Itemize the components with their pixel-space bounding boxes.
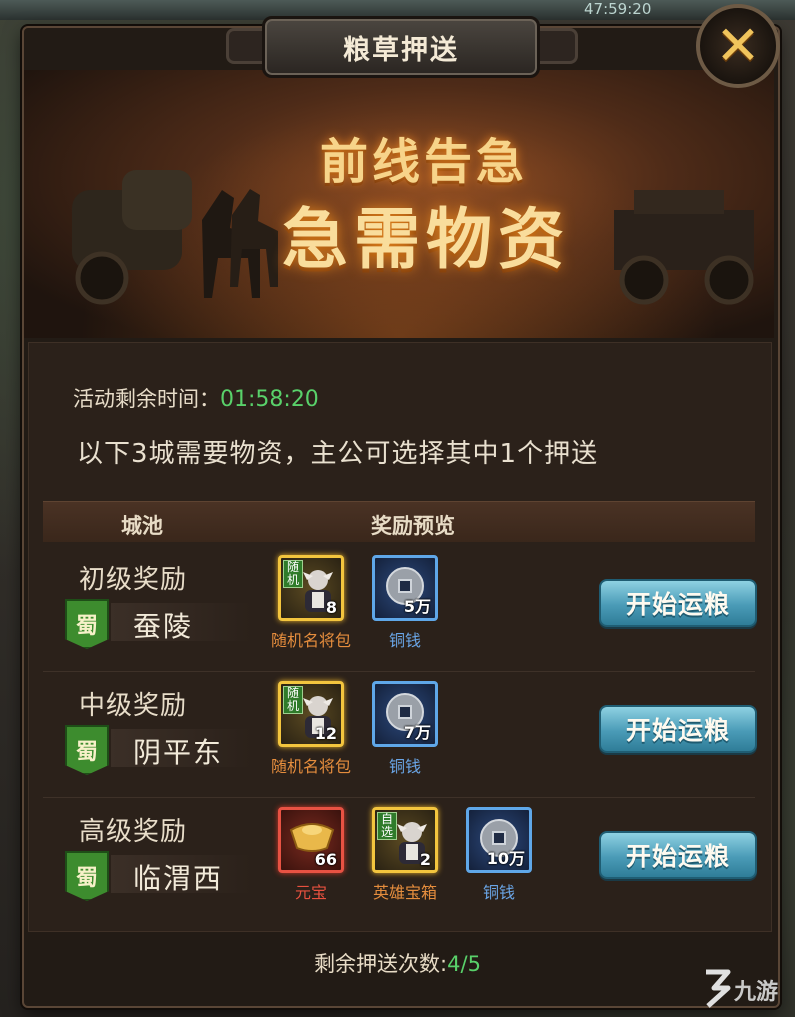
item-count: 8 (325, 598, 337, 617)
faction-badge: 蜀 (65, 725, 109, 775)
city-name: 临渭西 (133, 862, 224, 895)
close-icon: ✕ (715, 14, 761, 77)
panel-title: 粮草押送 (343, 34, 459, 66)
reward-box: 66 (278, 807, 344, 873)
remaining-label: 剩余押送次数: (314, 952, 448, 976)
content-area: 活动剩余时间：01:58:20 以下3城需要物资，主公可选择其中1个押送 城池 … (28, 342, 772, 932)
city-row: 初级奖励 蜀 蚕陵 随机 8 随机名将包 5万 铜钱 开始运粮 (43, 547, 757, 672)
faction-label: 蜀 (75, 866, 98, 891)
start-escort-label: 开始运粮 (625, 716, 730, 745)
start-escort-label: 开始运粮 (625, 842, 730, 871)
reward-box: 7万 (372, 681, 438, 747)
item-label: 铜钱 (482, 883, 515, 902)
start-escort-label: 开始运粮 (625, 590, 730, 619)
city-name-plate: 阴平东 (111, 729, 251, 769)
item-label: 随机名将包 (270, 631, 351, 650)
faction-label: 蜀 (75, 614, 98, 639)
event-timer: 活动剩余时间：01:58:20 (73, 383, 319, 413)
item-label: 随机名将包 (270, 757, 351, 776)
reward-item[interactable]: 随机 12 随机名将包 (265, 681, 357, 777)
item-count: 10万 (486, 849, 525, 868)
reward-box: 5万 (372, 555, 438, 621)
top-timer: 47:59:20 (584, 0, 652, 18)
item-count: 12 (314, 724, 337, 743)
reward-item[interactable]: 10万 铜钱 (453, 807, 545, 903)
item-count: 2 (419, 850, 431, 869)
city-row: 中级奖励 蜀 阴平东 随机 12 随机名将包 7万 铜钱 开始运粮 (43, 673, 757, 798)
start-escort-button[interactable]: 开始运粮 (599, 831, 757, 879)
item-label: 元宝 (294, 883, 327, 902)
reward-box: 自选 2 (372, 807, 438, 873)
reward-item[interactable]: 随机 8 随机名将包 (265, 555, 357, 651)
city-name: 蚕陵 (133, 610, 194, 643)
reward-item[interactable]: 66 元宝 (265, 807, 357, 903)
item-label: 英雄宝箱 (372, 883, 437, 902)
reward-level: 中级奖励 (79, 691, 188, 721)
item-count: 66 (314, 850, 337, 869)
item-label: 铜钱 (388, 631, 421, 650)
city-name: 阴平东 (133, 736, 224, 769)
start-escort-button[interactable]: 开始运粮 (599, 705, 757, 753)
watermark-text: 九游 (734, 980, 779, 1005)
header-rewards: 奖励预览 (371, 514, 455, 538)
remaining-value: 4/5 (447, 952, 481, 976)
city-name-plate: 临渭西 (111, 855, 251, 895)
remaining-escorts: 剩余押送次数:4/5 (0, 948, 795, 978)
timer-value: 01:58:20 (220, 387, 319, 412)
item-count: 7万 (403, 723, 431, 742)
event-banner: 前线告急 急需物资 (24, 70, 774, 338)
reward-level: 高级奖励 (79, 817, 188, 847)
reward-item[interactable]: 自选 2 英雄宝箱 (359, 807, 451, 903)
site-watermark: 九游 (700, 968, 792, 1012)
faction-badge: 蜀 (65, 599, 109, 649)
event-description: 以下3城需要物资，主公可选择其中1个押送 (77, 439, 599, 469)
panel-title-plate: 粮草押送 (262, 16, 540, 78)
header-city: 城池 (121, 514, 163, 538)
item-label: 铜钱 (388, 757, 421, 776)
city-row: 高级奖励 蜀 临渭西 66 元宝 自选 2 英雄宝箱 10万 铜钱 开始运粮 (43, 799, 757, 923)
banner-headline-2: 急需物资 (282, 201, 570, 278)
reward-level: 初级奖励 (79, 565, 188, 595)
table-header: 城池 奖励预览 (43, 501, 755, 542)
faction-badge: 蜀 (65, 851, 109, 901)
reward-box: 随机 8 (278, 555, 344, 621)
reward-box: 10万 (466, 807, 532, 873)
reward-item[interactable]: 5万 铜钱 (359, 555, 451, 651)
reward-item[interactable]: 7万 铜钱 (359, 681, 451, 777)
faction-label: 蜀 (75, 740, 98, 765)
reward-box: 随机 12 (278, 681, 344, 747)
item-count: 5万 (403, 597, 431, 616)
banner-headline-1: 前线告急 (319, 134, 528, 190)
close-button[interactable]: ✕ (696, 4, 780, 88)
start-escort-button[interactable]: 开始运粮 (599, 579, 757, 627)
gold-ingot-icon (289, 823, 335, 852)
timer-label: 活动剩余时间： (73, 387, 220, 411)
watermark-logo-icon (706, 969, 731, 1008)
city-name-plate: 蚕陵 (111, 603, 251, 643)
